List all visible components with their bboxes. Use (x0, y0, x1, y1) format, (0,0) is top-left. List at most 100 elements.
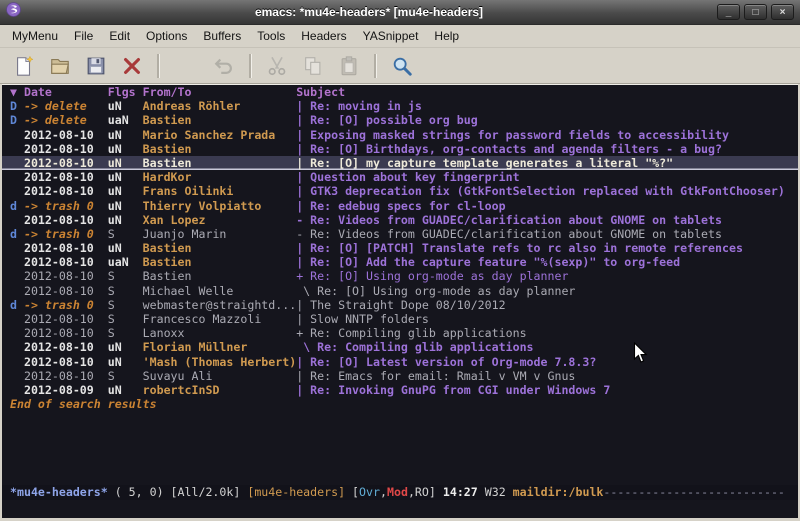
col-flags: uN (108, 128, 143, 142)
col-subject: \ Re: Compiling glib applications (296, 340, 533, 354)
col-mark (10, 284, 24, 298)
modeline-dashes: -------------------------- (603, 485, 784, 499)
col-mark (10, 340, 24, 354)
search-button[interactable] (387, 51, 417, 81)
col-flags: uN (108, 142, 143, 156)
col-date[interactable]: Date (24, 85, 108, 99)
col-from: webmaster@straightd... (143, 298, 297, 312)
titlebar[interactable]: emacs: *mu4e-headers* [mu4e-headers] _ □… (0, 0, 800, 25)
col-from: Lanoxx (143, 326, 297, 340)
col-date: -> delete (24, 113, 108, 127)
message-row[interactable]: 2012-08-10 S Bastien + Re: [O] Using org… (2, 269, 798, 283)
save-button[interactable] (81, 51, 111, 81)
message-row[interactable]: 2012-08-10 uN 'Mash (Thomas Herbert)| Re… (2, 355, 798, 369)
cut-icon (266, 55, 288, 77)
message-row[interactable]: 2012-08-10 uN Bastien | Re: [O] my captu… (2, 156, 798, 170)
col-flags: S (108, 312, 143, 326)
col-subject: | Re: Invoking GnuPG from CGI under Wind… (296, 383, 610, 397)
col-from: Juanjo Marin (143, 227, 297, 241)
message-row[interactable]: d -> trash 0 uN Thierry Volpiatto | Re: … (2, 199, 798, 213)
message-row[interactable]: 2012-08-10 S Lanoxx + Re: Compiling glib… (2, 326, 798, 340)
col-flags[interactable]: Flgs (108, 85, 143, 99)
menu-edit[interactable]: Edit (101, 26, 138, 46)
toolbar-separator (374, 54, 377, 78)
col-flags: uN (108, 355, 143, 369)
menu-help[interactable]: Help (426, 26, 467, 46)
message-row[interactable]: d -> trash 0 S webmaster@straightd...| T… (2, 298, 798, 312)
message-row[interactable]: 2012-08-09 uN robertcInSD | Re: Invoking… (2, 383, 798, 397)
col-from: Bastien (143, 113, 297, 127)
message-row[interactable]: 2012-08-10 uN Florian Müllner \ Re: Comp… (2, 340, 798, 354)
close-button[interactable]: × (771, 4, 794, 20)
close-buffer-button[interactable] (117, 51, 147, 81)
modeline-ovr: Ovr (359, 485, 380, 499)
col-date: 2012-08-10 (24, 355, 108, 369)
menu-mymenu[interactable]: MyMenu (4, 26, 66, 46)
menu-buffers[interactable]: Buffers (195, 26, 249, 46)
menu-options[interactable]: Options (138, 26, 195, 46)
close-buffer-icon (121, 55, 143, 77)
col-from: Xan Lopez (143, 213, 297, 227)
end-of-results-label: End of search results (2, 397, 798, 411)
modeline-buffer: *mu4e-headers* (10, 485, 108, 499)
message-row[interactable]: 2012-08-10 S Michael Welle \ Re: [O] Usi… (2, 284, 798, 298)
col-flags: S (108, 298, 143, 312)
modeline-plain: , (408, 485, 415, 499)
col-mark[interactable]: ▼ (10, 85, 24, 99)
menu-yasnippet[interactable]: YASnippet (355, 26, 427, 46)
emacs-icon (6, 2, 21, 22)
col-flags: uN (108, 340, 143, 354)
col-flags: uaN (108, 113, 143, 127)
open-folder-button[interactable] (45, 51, 75, 81)
col-flags: uN (108, 213, 143, 227)
menu-tools[interactable]: Tools (249, 26, 293, 46)
minimize-button[interactable]: _ (717, 4, 740, 20)
message-row[interactable]: d -> trash 0 S Juanjo Marin - Re: Videos… (2, 227, 798, 241)
modeline-time: 14:27 (443, 485, 478, 499)
col-mark (10, 184, 24, 198)
message-row[interactable]: D -> delete uN Andreas Röhler | Re: movi… (2, 99, 798, 113)
message-row[interactable]: 2012-08-10 uN Mario Sanchez Prada | Expo… (2, 128, 798, 142)
message-row[interactable]: 2012-08-10 uN HardKor | Question about k… (2, 170, 798, 184)
message-row[interactable]: 2012-08-10 uN Bastien | Re: [O] Birthday… (2, 142, 798, 156)
col-subject: | Re: edebug specs for cl-loop (296, 199, 505, 213)
col-mark: d (10, 199, 24, 213)
col-date: 2012-08-10 (24, 369, 108, 383)
maximize-button[interactable]: □ (744, 4, 767, 20)
col-mark (10, 355, 24, 369)
col-subject: | Re: [O] possible org bug (296, 113, 477, 127)
col-date: 2012-08-10 (24, 340, 108, 354)
col-flags: uN (108, 156, 143, 170)
col-from: Michael Welle (143, 284, 297, 298)
col-from[interactable]: From/To (143, 85, 297, 99)
menu-headers[interactable]: Headers (293, 26, 354, 46)
new-file-button[interactable] (9, 51, 39, 81)
modeline-plain: W32 (478, 485, 513, 499)
header-line[interactable]: ▼ Date Flgs From/To Subject (2, 85, 798, 99)
message-row[interactable]: 2012-08-10 uN Frans Oilinki | GTK3 depre… (2, 184, 798, 198)
col-subject: | Re: [O] Birthdays, org-contacts and ag… (296, 142, 722, 156)
menu-file[interactable]: File (66, 26, 101, 46)
mode-line: *mu4e-headers* ( 5, 0) [All/2.0k] [mu4e-… (2, 485, 798, 500)
col-from: Bastien (143, 255, 297, 269)
message-row[interactable]: 2012-08-10 S Suvayu Ali | Re: Emacs for … (2, 369, 798, 383)
col-date: 2012-08-10 (24, 269, 108, 283)
col-subject[interactable]: Subject (296, 85, 345, 99)
col-flags: uN (108, 184, 143, 198)
col-date: 2012-08-10 (24, 241, 108, 255)
col-flags: S (108, 227, 143, 241)
col-from: Frans Oilinki (143, 184, 297, 198)
message-row[interactable]: 2012-08-10 uaN Bastien | Re: [O] Add the… (2, 255, 798, 269)
col-subject: | Re: Emacs for email: Rmail v VM v Gnus (296, 369, 575, 383)
message-row[interactable]: 2012-08-10 S Francesco Mazzoli | Slow NN… (2, 312, 798, 326)
message-row[interactable]: 2012-08-10 uN Xan Lopez - Re: Videos fro… (2, 213, 798, 227)
message-row[interactable]: D -> delete uaN Bastien | Re: [O] possib… (2, 113, 798, 127)
col-from: HardKor (143, 170, 297, 184)
echo-area[interactable] (2, 500, 798, 518)
toolbar-separator (249, 54, 252, 78)
col-date: 2012-08-10 (24, 312, 108, 326)
col-from: Andreas Röhler (143, 99, 297, 113)
open-folder-icon (49, 55, 71, 77)
message-row[interactable]: 2012-08-10 uN Bastien | Re: [O] [PATCH] … (2, 241, 798, 255)
toolbar-separator (157, 54, 160, 78)
